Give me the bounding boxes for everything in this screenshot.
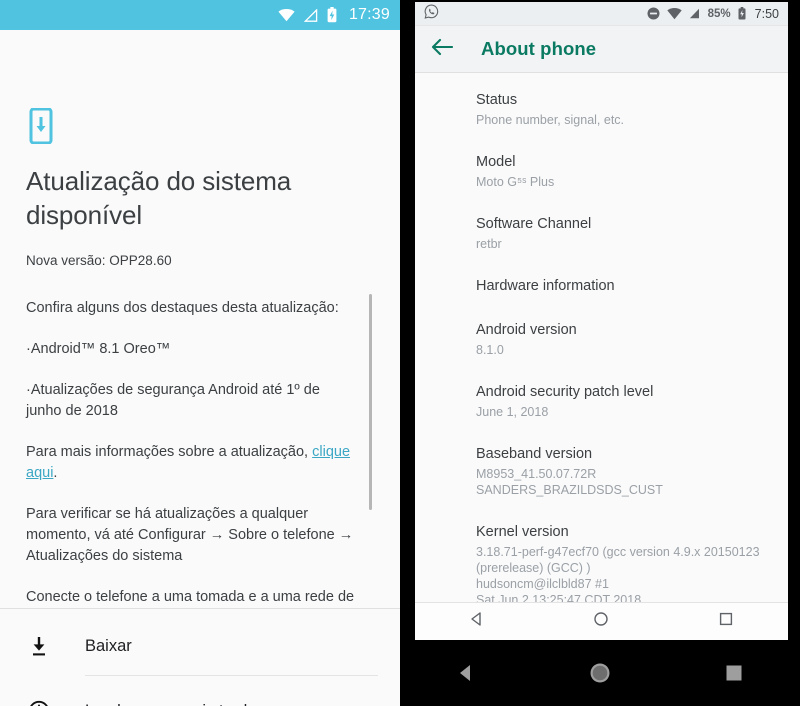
left-status-bar: 17:39 [0,0,400,30]
detail-paragraph-security: ·Atualizações de segurança Android até 1… [26,382,320,419]
device-screen: 85% 7:50 About phone Status Phone number… [415,2,788,639]
right-phone-photo: 85% 7:50 About phone Status Phone number… [400,0,800,706]
right-status-time: 7:50 [754,6,779,21]
list-item-model[interactable]: Model Moto G⁵ˢ Plus [415,153,788,190]
download-icon [26,636,52,657]
detail-paragraph-intro: Confira alguns dos destaques desta atual… [26,300,339,316]
battery-charging-icon [327,7,337,23]
nav-home-icon[interactable] [593,611,609,632]
right-status-bar: 85% 7:50 [415,2,788,26]
action-separator [85,675,378,676]
outer-device-nav-bar [400,645,800,706]
signal-icon [689,8,700,19]
list-item-subtitle: 3.18.71-perf-g47ecf70 (gcc version 4.9.x… [476,545,760,607]
detail-paragraph-howtocheck: Para verificar se há atualizações a qual… [26,506,354,564]
about-phone-list[interactable]: Status Phone number, signal, etc. Model … [415,73,788,610]
list-item-title: Android version [476,322,577,338]
page-title: Atualização do sistema disponível [26,166,292,230]
about-phone-toolbar: About phone [415,26,788,73]
detail-paragraph-moreinfo: Para mais informações sobre a atualizaçã… [26,442,356,484]
nav-recents-icon[interactable] [723,662,745,689]
nav-back-icon[interactable] [469,611,485,632]
detail-paragraph-android: ·Android™ 8.1 Oreo™ [26,341,171,357]
list-item-title: Android security patch level [476,384,654,400]
wifi-icon [278,8,295,22]
list-item-subtitle: Moto G⁵ˢ Plus [476,175,555,189]
list-item-android-version[interactable]: Android version 8.1.0 [415,321,788,358]
moreinfo-period: . [53,465,58,481]
actions-divider [0,608,400,609]
list-item-hardware-information[interactable]: Hardware information [415,277,788,296]
list-item-subtitle: June 1, 2018 [476,405,549,419]
list-item-subtitle: Phone number, signal, etc. [476,113,625,127]
left-phone-screenshot: 17:39 Atualização do sistema disponível … [0,0,400,706]
wifi-icon [666,7,682,20]
download-action-label: Baixar [85,636,132,655]
do-not-disturb-icon [647,7,660,20]
device-nav-bar [415,602,788,640]
list-item-title: Status [476,92,518,108]
list-item-baseband-version[interactable]: Baseband version M8953_41.50.07.72R SAND… [415,445,788,498]
list-item-software-channel[interactable]: Software Channel retbr [415,215,788,252]
nav-home-icon[interactable] [587,660,613,691]
nav-recents-icon[interactable] [718,611,734,632]
list-item-title: Baseband version [476,446,593,462]
phone-download-icon [26,107,56,145]
list-item-subtitle: M8953_41.50.07.72R SANDERS_BRAZILDSDS_CU… [476,467,663,497]
update-details-scroll-area[interactable]: Confira alguns dos destaques desta atual… [0,288,400,606]
battery-percent-label: 85% [707,7,731,20]
list-item-status[interactable]: Status Phone number, signal, etc. [415,91,788,128]
left-dialog-body: Atualização do sistema disponível Nova v… [0,30,400,706]
list-item-title: Kernel version [476,524,569,540]
list-item-subtitle: retbr [476,237,502,251]
version-subtitle: Nova versão: OPP28.60 [26,253,172,268]
list-item-subtitle: 8.1.0 [476,343,504,357]
list-item-title: Software Channel [476,216,592,232]
list-item-kernel-version[interactable]: Kernel version 3.18.71-perf-g47ecf70 (gc… [415,523,788,608]
remind-later-action-label: Lembrar-me mais tarde [85,702,256,706]
list-item-title: Model [476,154,516,170]
list-item-title: Hardware information [476,278,615,294]
signal-icon [303,8,318,22]
screenshot-root: 17:39 Atualização do sistema disponível … [0,0,800,706]
left-status-time: 17:39 [348,6,390,23]
clock-icon [26,700,52,706]
detail-paragraph-connect: Conecte o telefone a uma tomada e a uma … [26,589,355,605]
nav-back-icon[interactable] [455,662,477,689]
moreinfo-text: Para mais informações sobre a atualizaçã… [26,444,313,460]
back-arrow-icon[interactable] [431,38,454,61]
download-action-row[interactable]: Baixar [0,615,400,677]
whatsapp-icon [424,4,439,24]
remind-later-action-row[interactable]: Lembrar-me mais tarde [0,680,400,706]
list-item-security-patch-level[interactable]: Android security patch level June 1, 201… [415,383,788,420]
page-title: About phone [481,38,597,59]
scrollbar-thumb[interactable] [369,294,372,510]
battery-icon [738,7,746,20]
